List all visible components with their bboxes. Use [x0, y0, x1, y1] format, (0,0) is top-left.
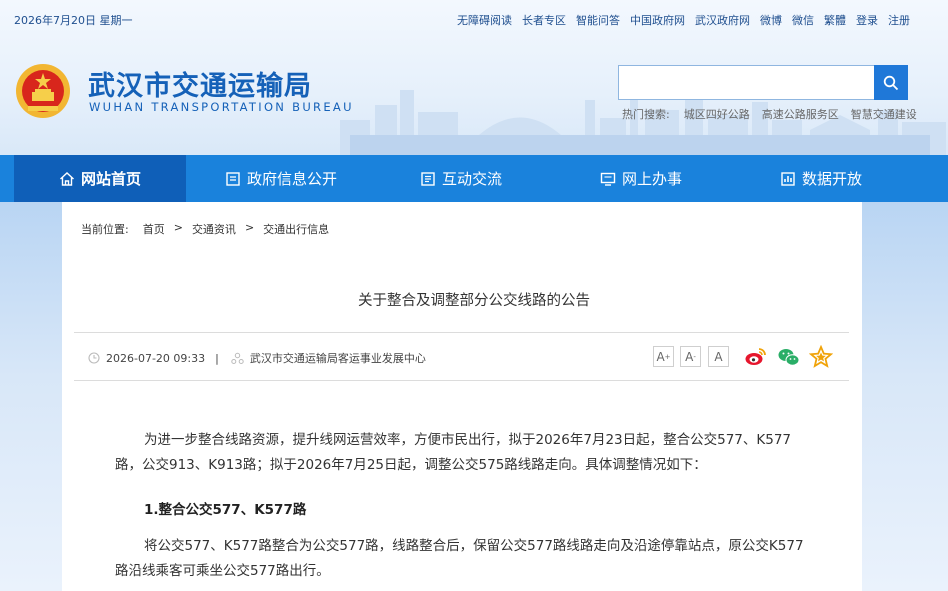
nav-item-online-service[interactable]: 网上办事 — [600, 155, 682, 202]
top-links: 无障碍阅读 长者专区 智能问答 中国政府网 武汉政府网 微博 微信 繁體 登录 … — [447, 12, 910, 28]
divider — [74, 380, 849, 381]
hot-searches: 热门搜索: 城区四好公路 高速公路服务区 智慧交通建设 — [622, 106, 929, 122]
link-traditional[interactable]: 繁體 — [824, 12, 846, 28]
national-emblem-icon — [16, 64, 70, 118]
breadcrumb-home[interactable]: 首页 — [143, 221, 165, 237]
nav-item-open-data[interactable]: 数据开放 — [780, 155, 862, 202]
home-icon — [60, 171, 74, 186]
nav-label: 政府信息公开 — [247, 170, 338, 188]
link-elderly[interactable]: 长者专区 — [522, 12, 566, 28]
clock-icon — [88, 352, 100, 364]
weibo-share-icon[interactable] — [744, 345, 768, 369]
breadcrumb-label: 当前位置: — [81, 223, 129, 236]
breadcrumb-news[interactable]: 交通资讯 — [192, 221, 236, 237]
nav-item-home[interactable]: 网站首页 — [14, 155, 186, 202]
site-header: 2026年7月20日 星期一 无障碍阅读 长者专区 智能问答 中国政府网 武汉政… — [0, 0, 948, 155]
favorite-star-icon[interactable] — [809, 345, 833, 369]
nav-label: 网上办事 — [622, 170, 683, 188]
breadcrumb-travel-info[interactable]: 交通出行信息 — [263, 221, 329, 237]
nav-item-gov-info[interactable]: 政府信息公开 — [225, 155, 337, 202]
article-source: 武汉市交通运输局客运事业发展中心 — [249, 352, 426, 365]
link-login[interactable]: 登录 — [856, 12, 878, 28]
link-register[interactable]: 注册 — [888, 12, 910, 28]
main-nav: 网站首页 政府信息公开 互动交流 网上办事 数据开放 — [0, 155, 948, 202]
breadcrumb: 当前位置: 首页 > 交通资讯 > 交通出行信息 — [81, 221, 338, 237]
monitor-icon — [600, 172, 616, 186]
top-bar: 2026年7月20日 星期一 无障碍阅读 长者专区 智能问答 中国政府网 武汉政… — [0, 0, 948, 36]
font-button-label: A — [656, 349, 665, 364]
search-input[interactable] — [618, 65, 876, 100]
site-subtitle: WUHAN TRANSPORTATION BUREAU — [89, 100, 354, 114]
article-paragraph: 将公交577、K577路整合为公交577路，线路整合后，保留公交577路线路走向… — [115, 538, 804, 579]
article-paragraph: 为进一步整合线路资源，提升线网运营效率，方便市民出行，拟于2026年7月23日起… — [115, 432, 792, 473]
current-date: 2026年7月20日 星期一 — [14, 14, 133, 27]
wechat-share-icon[interactable] — [777, 345, 801, 369]
article-meta: 2026-07-20 09:33 | 武汉市交通运输局客运事业发展中心 — [88, 350, 426, 366]
article-subheading: 1.整合公交577、K577路 — [144, 502, 307, 518]
organization-icon — [231, 352, 244, 364]
site-title[interactable]: 武汉市交通运输局 — [88, 64, 312, 103]
meta-separator: | — [215, 351, 219, 365]
link-weibo[interactable]: 微博 — [760, 12, 782, 28]
nav-label: 数据开放 — [802, 170, 863, 188]
publish-datetime: 2026-07-20 09:33 — [106, 351, 206, 365]
hot-search-label: 热门搜索: — [622, 108, 670, 121]
link-wuhan-gov[interactable]: 武汉政府网 — [695, 12, 750, 28]
font-size-large-button[interactable]: A + — [653, 346, 674, 367]
font-size-reset-button[interactable]: A — [708, 346, 729, 367]
link-wechat[interactable]: 微信 — [792, 12, 814, 28]
breadcrumb-separator: > — [173, 221, 183, 234]
link-accessibility[interactable]: 无障碍阅读 — [457, 12, 512, 28]
link-china-gov[interactable]: 中国政府网 — [630, 12, 685, 28]
nav-label: 网站首页 — [80, 170, 141, 188]
nav-label: 互动交流 — [442, 170, 503, 188]
data-icon — [781, 171, 795, 186]
font-size-small-button[interactable]: A- — [680, 346, 701, 367]
link-smart-qa[interactable]: 智能问答 — [576, 12, 620, 28]
font-button-label: A — [685, 349, 694, 364]
nav-item-interaction[interactable]: 互动交流 — [420, 155, 502, 202]
hot-term[interactable]: 智慧交通建设 — [851, 106, 917, 122]
breadcrumb-separator: > — [244, 221, 255, 234]
article-title: 关于整合及调整部分公交线路的公告 — [358, 293, 590, 309]
hot-term[interactable]: 高速公路服务区 — [762, 106, 839, 122]
divider — [74, 332, 849, 333]
search-icon — [883, 75, 899, 90]
search-button[interactable] — [874, 65, 908, 100]
chat-icon — [421, 171, 435, 186]
document-icon — [226, 171, 240, 186]
article-panel — [62, 202, 862, 591]
hot-term[interactable]: 城区四好公路 — [684, 106, 750, 122]
font-button-label: A — [714, 349, 723, 364]
